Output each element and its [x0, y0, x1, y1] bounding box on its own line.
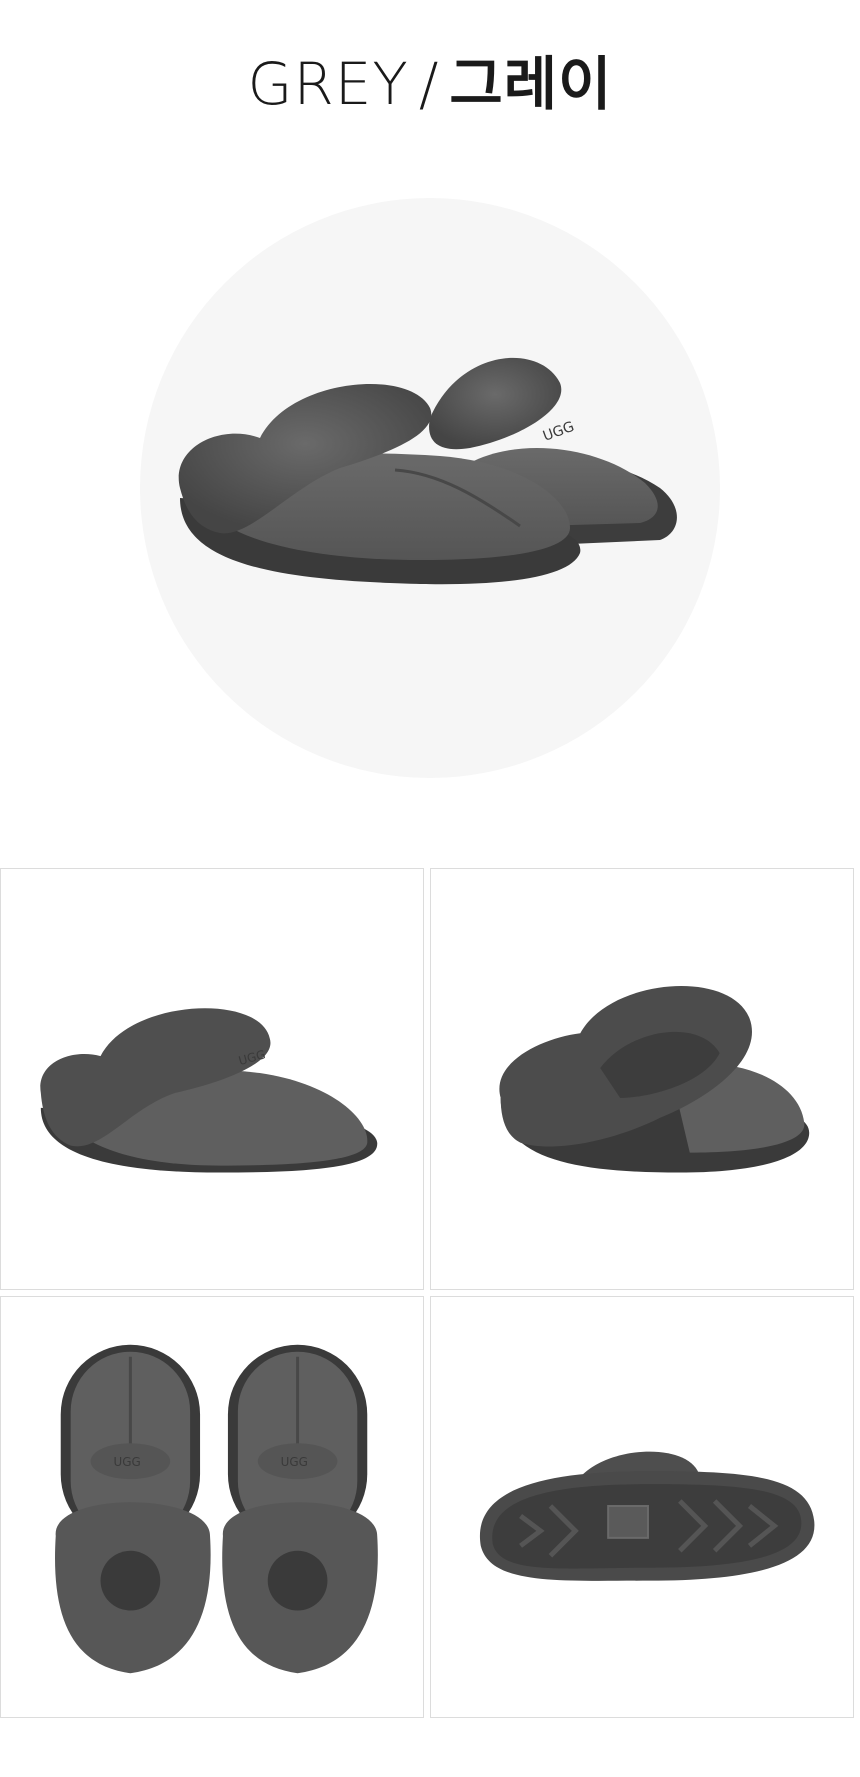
slipper-top-image: UGG UGG: [55, 1344, 378, 1674]
view-tile-sole: [430, 1296, 854, 1718]
svg-text:UGG: UGG: [541, 419, 576, 445]
svg-text:UGG: UGG: [281, 1455, 308, 1469]
title-separator: /: [418, 50, 440, 118]
color-title: GREY / 그레이: [0, 44, 860, 124]
top-right-slipper: UGG: [222, 1344, 378, 1674]
color-name-korean: 그레이: [449, 50, 613, 118]
view-tile-side: UGG: [0, 868, 424, 1290]
view-tile-top: UGG UGG: [0, 1296, 424, 1718]
hero-slipper-pair-image: UGG: [178, 357, 677, 585]
top-left-slipper: UGG: [55, 1344, 211, 1674]
slipper-sole-image: [479, 1451, 815, 1581]
slipper-side-image: UGG: [40, 1008, 378, 1173]
svg-text:UGG: UGG: [113, 1455, 140, 1469]
view-tile-back: [430, 868, 854, 1290]
color-name-english: GREY: [247, 50, 409, 118]
slipper-back-image: [499, 986, 810, 1173]
